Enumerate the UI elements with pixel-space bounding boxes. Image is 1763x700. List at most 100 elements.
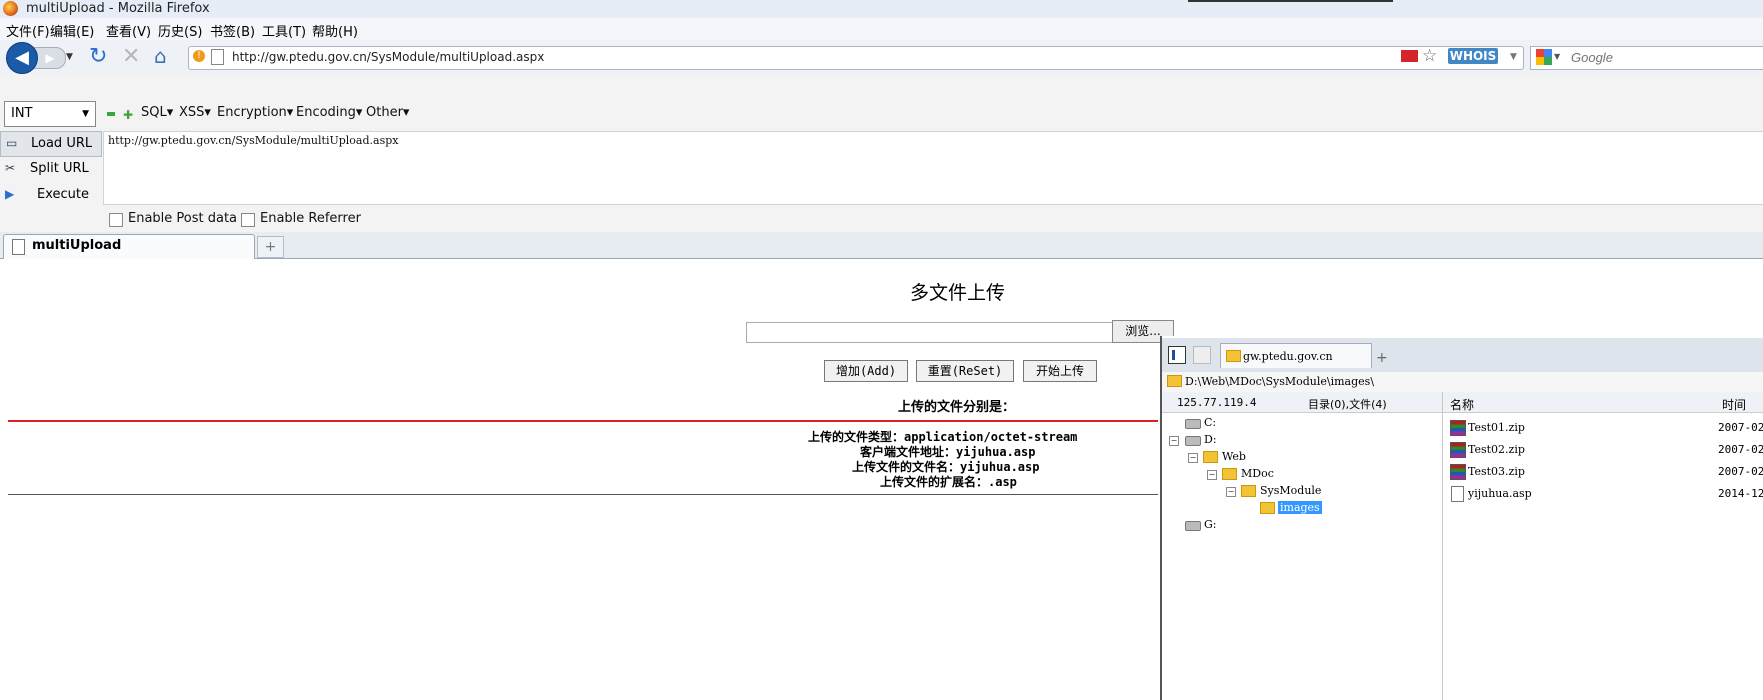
whois-dropdown-icon[interactable]: ▼ bbox=[1510, 52, 1517, 62]
file-time: 2014-12 bbox=[1718, 487, 1763, 500]
file-time: 2007-02 bbox=[1718, 421, 1763, 434]
file-name[interactable]: Test02.zip bbox=[1468, 443, 1525, 456]
file-manager-path[interactable]: D:\Web\MDoc\SysModule\images\ bbox=[1185, 375, 1374, 388]
chevron-down-icon: ▼ bbox=[82, 109, 89, 119]
enable-referrer-checkbox[interactable] bbox=[241, 213, 255, 227]
hackbar-menu-xss[interactable]: XSS▾ bbox=[179, 105, 211, 120]
file-manager-new-tab-button[interactable]: + bbox=[1376, 350, 1388, 366]
flag-icon bbox=[1401, 50, 1418, 62]
page-title: 多文件上传 bbox=[910, 282, 1006, 304]
menu-help[interactable]: 帮助(H) bbox=[312, 21, 358, 40]
hackbar-text[interactable]: http://gw.ptedu.gov.cn/SysModule/multiUp… bbox=[108, 134, 398, 147]
start-upload-button[interactable]: 开始上传 bbox=[1023, 360, 1097, 382]
collapse-icon[interactable]: − bbox=[1188, 453, 1198, 463]
collapse-icon[interactable]: − bbox=[1207, 470, 1217, 480]
history-dropdown-icon[interactable]: ▼ bbox=[66, 52, 73, 62]
uploaded-files-header: 上传的文件分别是： bbox=[898, 400, 1016, 415]
info-extension: 上传文件的扩展名：.asp bbox=[880, 475, 1017, 489]
zip-file-icon bbox=[1450, 442, 1466, 458]
file-time: 2007-02 bbox=[1718, 443, 1763, 456]
column-header-name[interactable]: 名称 bbox=[1450, 396, 1474, 413]
search-engine-dropdown-icon[interactable]: ▼ bbox=[1554, 52, 1560, 61]
document-file-icon bbox=[1451, 486, 1464, 502]
file-input[interactable] bbox=[746, 322, 1113, 343]
load-url-label: Load URL bbox=[31, 136, 93, 151]
column-header-time[interactable]: 时间 bbox=[1722, 396, 1746, 413]
execute-button[interactable]: ▶ Execute bbox=[0, 183, 100, 207]
folder-icon bbox=[1203, 451, 1218, 463]
page-icon bbox=[12, 239, 25, 255]
file-name[interactable]: Test01.zip bbox=[1468, 421, 1525, 434]
site-info-icon[interactable]: ! bbox=[193, 50, 205, 62]
menu-history[interactable]: 历史(S) bbox=[158, 21, 202, 40]
item-counts: 目录(0),文件(4) bbox=[1308, 398, 1387, 411]
menu-bookmarks[interactable]: 书签(B) bbox=[210, 21, 255, 40]
collapse-icon[interactable]: − bbox=[1226, 487, 1236, 497]
reload-icon[interactable]: ↻ bbox=[89, 44, 107, 69]
menu-view[interactable]: 查看(V) bbox=[106, 21, 151, 40]
folder-icon bbox=[1241, 485, 1256, 497]
enable-post-label: Enable Post data bbox=[128, 211, 238, 226]
gray-divider bbox=[8, 494, 1158, 495]
server-ip: 125.77.119.4 bbox=[1177, 396, 1257, 409]
forward-button[interactable]: ▶ bbox=[34, 47, 66, 69]
search-input[interactable] bbox=[1569, 49, 1753, 66]
enable-post-checkbox[interactable] bbox=[109, 213, 123, 227]
stop-icon[interactable]: ✕ bbox=[122, 44, 140, 69]
enable-referrer-label: Enable Referrer bbox=[260, 211, 361, 226]
menubar: 文件(F) 编辑(E) 查看(V) 历史(S) 书签(B) 工具(T) 帮助(H… bbox=[0, 18, 1763, 40]
split-url-label: Split URL bbox=[30, 161, 89, 176]
menu-tools[interactable]: 工具(T) bbox=[262, 21, 306, 40]
window-title-bar: multiUpload - Mozilla Firefox bbox=[0, 0, 1763, 18]
file-name[interactable]: yijuhua.asp bbox=[1468, 487, 1532, 500]
red-divider bbox=[8, 420, 1158, 422]
window-title: multiUpload - Mozilla Firefox bbox=[26, 1, 210, 16]
google-icon[interactable] bbox=[1536, 49, 1552, 65]
reset-button[interactable]: 重置(ReSet) bbox=[916, 360, 1014, 382]
tree-item-images[interactable]: images bbox=[1278, 501, 1322, 514]
drive-icon bbox=[1185, 419, 1201, 429]
pane-divider[interactable] bbox=[1442, 392, 1443, 700]
load-url-icon: ▭ bbox=[6, 136, 18, 150]
collapse-icon[interactable]: − bbox=[1169, 436, 1179, 446]
menu-edit[interactable]: 编辑(E) bbox=[50, 21, 94, 40]
hackbar-menu-sql[interactable]: SQL▾ bbox=[141, 105, 173, 120]
back-button[interactable]: ◀ bbox=[6, 42, 38, 74]
add-button[interactable]: 增加(Add) bbox=[824, 360, 908, 382]
new-tab-button[interactable]: + bbox=[257, 236, 284, 258]
decrease-icon[interactable] bbox=[107, 112, 115, 116]
title-strip bbox=[1188, 0, 1393, 2]
hackbar-menu-other[interactable]: Other▾ bbox=[366, 105, 409, 120]
page-icon bbox=[211, 49, 224, 65]
play-icon: ▶ bbox=[5, 187, 15, 201]
scissors-icon: ✂ bbox=[5, 161, 16, 175]
whois-button[interactable]: WHOIS bbox=[1448, 48, 1498, 64]
home-icon[interactable]: ⌂ bbox=[154, 44, 167, 68]
tree-item-web[interactable]: Web bbox=[1222, 450, 1246, 463]
folder-icon bbox=[1167, 375, 1182, 387]
file-time: 2007-02 bbox=[1718, 465, 1763, 478]
url-text[interactable]: http://gw.ptedu.gov.cn/SysModule/multiUp… bbox=[232, 50, 544, 64]
increase-icon[interactable]: ✚ bbox=[123, 108, 133, 122]
hackbar-menu-encoding[interactable]: Encoding▾ bbox=[296, 105, 362, 120]
hackbar-menu-encryption[interactable]: Encryption▾ bbox=[217, 105, 293, 120]
tree-item-d[interactable]: D: bbox=[1204, 433, 1217, 446]
zip-file-icon bbox=[1450, 464, 1466, 480]
tree-item-g[interactable]: G: bbox=[1204, 518, 1217, 531]
tab-title: multiUpload bbox=[32, 238, 122, 253]
panel-option-icon[interactable] bbox=[1193, 346, 1211, 364]
split-url-button[interactable]: ✂ Split URL bbox=[0, 157, 100, 181]
folder-icon bbox=[1222, 468, 1237, 480]
file-name[interactable]: Test03.zip bbox=[1468, 465, 1525, 478]
panel-toggle-icon[interactable] bbox=[1168, 346, 1186, 364]
tree-item-mdoc[interactable]: MDoc bbox=[1241, 467, 1274, 480]
load-url-button[interactable]: ▭ Load URL bbox=[0, 131, 102, 157]
drive-icon bbox=[1185, 521, 1201, 531]
type-select[interactable]: INT ▼ bbox=[4, 101, 96, 127]
zip-file-icon bbox=[1450, 420, 1466, 436]
tree-item-c[interactable]: C: bbox=[1204, 416, 1216, 429]
menu-file[interactable]: 文件(F) bbox=[6, 21, 50, 40]
folder-icon bbox=[1260, 502, 1275, 514]
tree-item-sysmodule[interactable]: SysModule bbox=[1260, 484, 1321, 497]
bookmark-star-icon[interactable]: ☆ bbox=[1422, 46, 1437, 66]
